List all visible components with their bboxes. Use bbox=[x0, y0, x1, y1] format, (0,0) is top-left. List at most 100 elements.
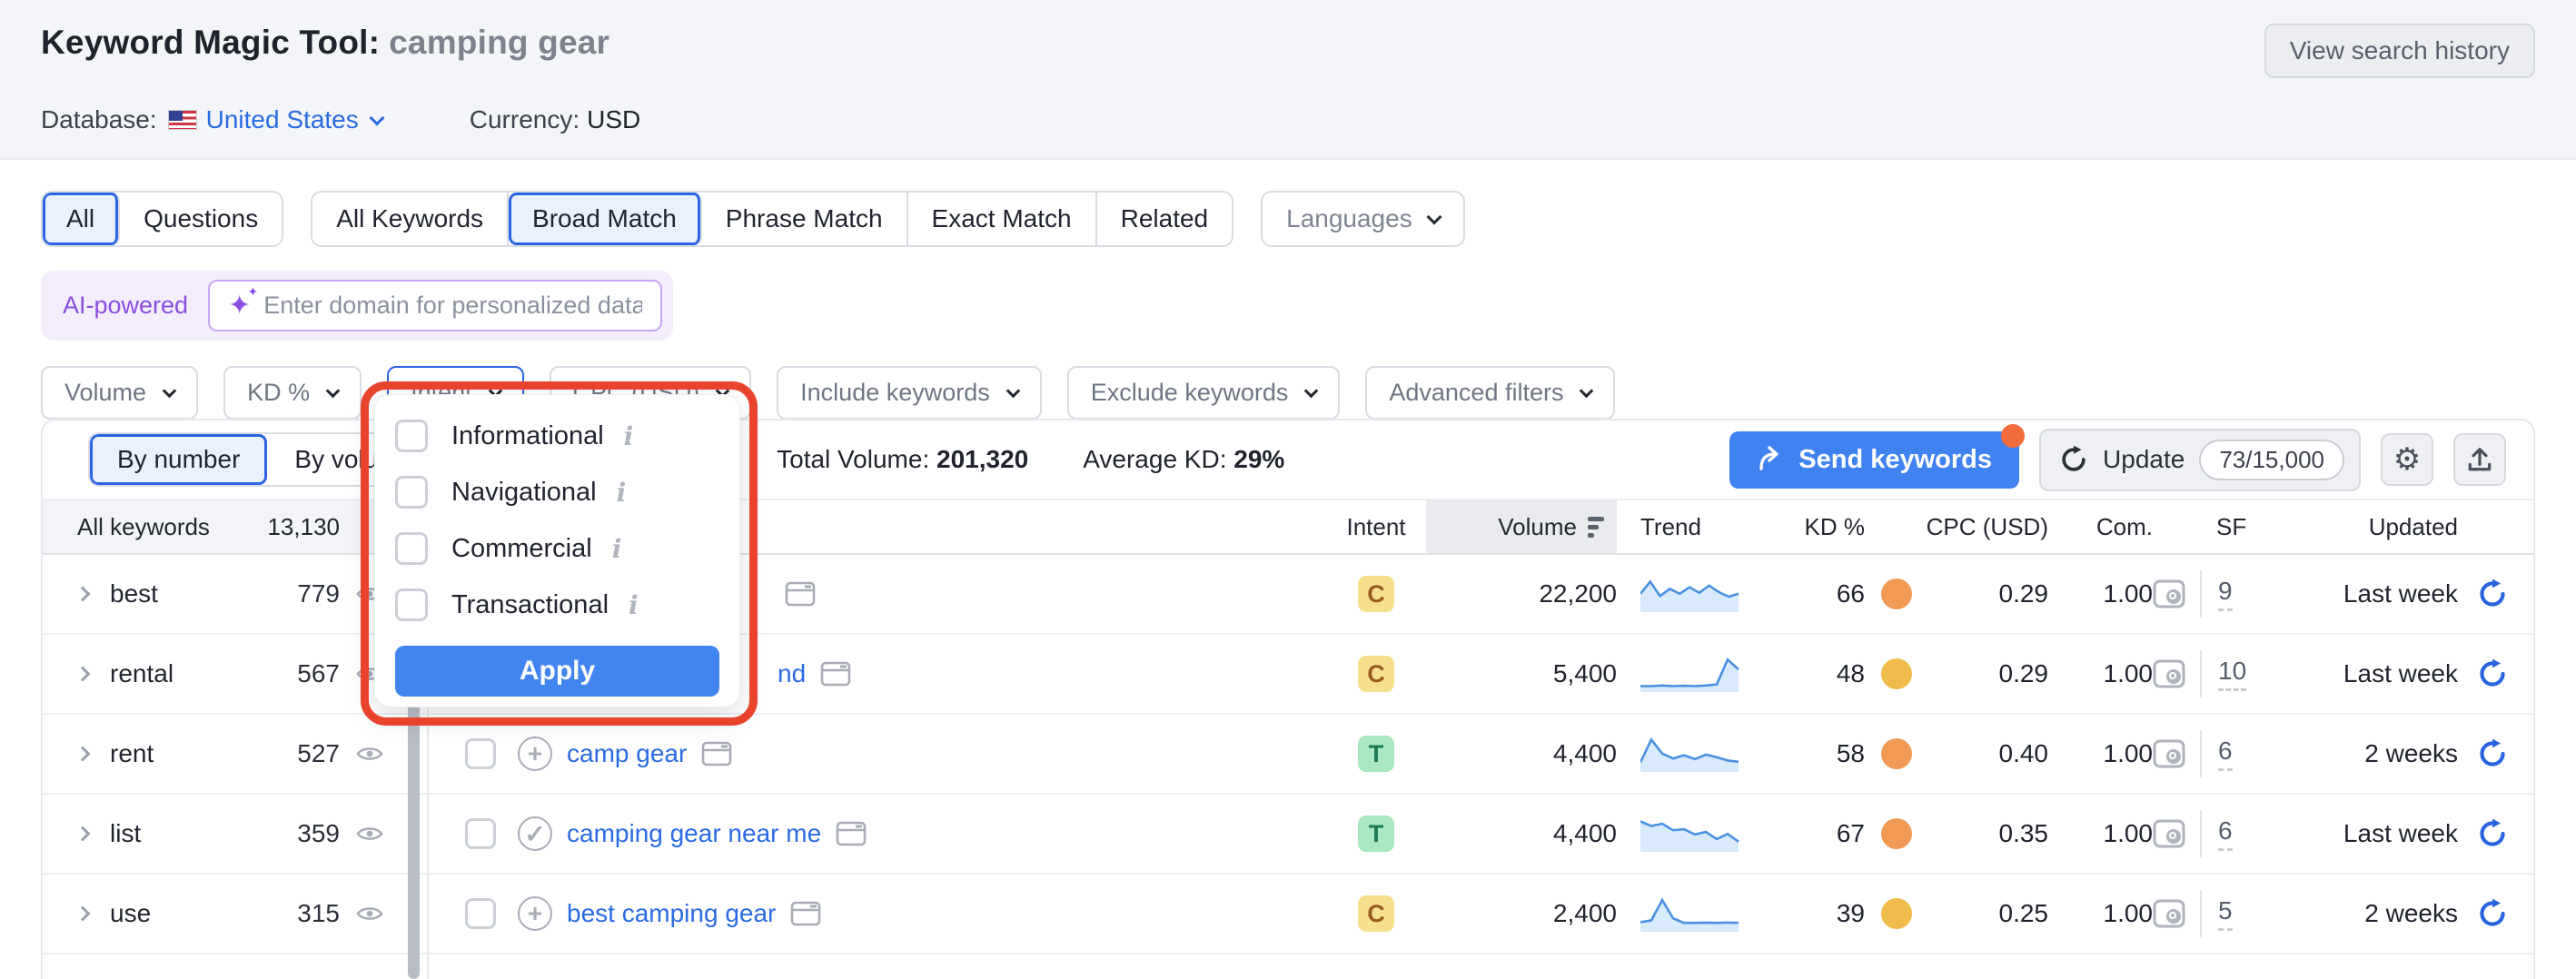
send-keywords-button[interactable]: Send keywords bbox=[1729, 431, 2019, 489]
apply-button[interactable]: Apply bbox=[395, 646, 719, 697]
refresh-metrics-button[interactable] bbox=[2458, 898, 2508, 929]
keyword-link[interactable]: camp gear bbox=[567, 739, 687, 768]
col-updated[interactable]: Updated bbox=[2280, 500, 2458, 553]
col-volume[interactable]: Volume bbox=[1426, 500, 1617, 553]
intent-checkbox[interactable] bbox=[395, 588, 428, 621]
table-row: + nd C 5,400 48 0.29 1.00 10 Last week bbox=[429, 635, 2533, 715]
refresh-metrics-button[interactable] bbox=[2458, 658, 2508, 689]
group-row-list[interactable]: list359 bbox=[43, 795, 427, 875]
sf-value[interactable]: 9 bbox=[2218, 577, 2233, 611]
tab-broad-match[interactable]: Broad Match bbox=[509, 193, 702, 245]
col-trend[interactable]: Trend bbox=[1617, 500, 1744, 553]
serp-preview-icon[interactable] bbox=[2153, 819, 2185, 848]
sf-value[interactable]: 6 bbox=[2218, 816, 2233, 851]
added-keyword-icon[interactable]: ✓ bbox=[518, 816, 552, 851]
tab-questions[interactable]: Questions bbox=[120, 193, 282, 245]
kd-value: 48 bbox=[1837, 659, 1865, 688]
row-checkbox[interactable] bbox=[465, 818, 496, 849]
eye-icon[interactable] bbox=[356, 744, 383, 764]
info-icon[interactable]: i bbox=[629, 590, 639, 620]
page-title: Keyword Magic Tool:camping gear bbox=[41, 24, 609, 62]
serp-features-icon[interactable] bbox=[790, 901, 821, 926]
refresh-metrics-button[interactable] bbox=[2458, 818, 2508, 849]
eye-icon[interactable] bbox=[356, 904, 383, 924]
cpc-value: 0.29 bbox=[1912, 579, 2048, 608]
sidebar-header: All keywords 13,130 bbox=[43, 500, 429, 553]
tab-related[interactable]: Related bbox=[1097, 193, 1233, 245]
export-button[interactable] bbox=[2453, 433, 2506, 486]
intent-option-transactional[interactable]: Transactional i bbox=[395, 577, 719, 633]
chevron-down-icon bbox=[1304, 383, 1319, 398]
table-row: + best camping gear C 2,400 39 0.25 1.00… bbox=[429, 875, 2533, 954]
view-search-history-button[interactable]: View search history bbox=[2264, 24, 2535, 78]
tab-phrase-match[interactable]: Phrase Match bbox=[702, 193, 908, 245]
serp-preview-icon[interactable] bbox=[2153, 579, 2185, 608]
serp-preview-icon[interactable] bbox=[2153, 899, 2185, 928]
intent-checkbox[interactable] bbox=[395, 476, 428, 509]
col-sf[interactable]: SF bbox=[2153, 500, 2280, 553]
col-kd[interactable]: KD % bbox=[1744, 500, 1912, 553]
keyword-link[interactable]: camping gear near me bbox=[567, 819, 821, 848]
gear-icon: ⚙ bbox=[2393, 441, 2421, 478]
intent-option-commercial[interactable]: Commercial i bbox=[395, 520, 719, 577]
filter-exclude-keywords[interactable]: Exclude keywords bbox=[1067, 366, 1341, 420]
intent-checkbox[interactable] bbox=[395, 532, 428, 565]
com-value: 1.00 bbox=[2048, 739, 2153, 768]
serp-features-icon[interactable] bbox=[701, 741, 732, 766]
sf-value[interactable]: 5 bbox=[2218, 896, 2233, 931]
keyword-link[interactable]: best camping gear bbox=[567, 899, 776, 928]
info-icon[interactable]: i bbox=[624, 421, 634, 451]
info-icon[interactable]: i bbox=[617, 478, 627, 508]
us-flag-icon bbox=[168, 110, 197, 130]
refresh-metrics-button[interactable] bbox=[2458, 578, 2508, 609]
add-keyword-icon[interactable]: + bbox=[518, 896, 552, 931]
serp-preview-icon[interactable] bbox=[2153, 659, 2185, 688]
serp-preview-icon[interactable] bbox=[2153, 739, 2185, 768]
serp-features-icon[interactable] bbox=[785, 581, 816, 607]
keyword-link[interactable]: nd bbox=[778, 659, 806, 688]
group-row-rental[interactable]: rental567 bbox=[43, 635, 427, 715]
domain-input[interactable] bbox=[263, 292, 642, 320]
filter-advanced[interactable]: Advanced filters bbox=[1365, 366, 1615, 420]
intent-option-navigational[interactable]: Navigational i bbox=[395, 464, 719, 520]
row-checkbox[interactable] bbox=[465, 738, 496, 769]
refresh-metrics-button[interactable] bbox=[2458, 738, 2508, 769]
languages-dropdown[interactable]: Languages bbox=[1261, 191, 1465, 247]
add-keyword-icon[interactable]: + bbox=[518, 737, 552, 771]
chevron-down-icon bbox=[326, 383, 341, 398]
filter-volume[interactable]: Volume bbox=[41, 366, 198, 420]
tab-all[interactable]: All bbox=[43, 193, 120, 245]
info-icon[interactable]: i bbox=[612, 534, 622, 564]
update-button[interactable]: Update 73/15,000 bbox=[2039, 429, 2361, 491]
sf-value[interactable]: 6 bbox=[2218, 737, 2233, 771]
trend-sparkline bbox=[1617, 814, 1744, 854]
toggle-by-number[interactable]: By number bbox=[90, 434, 267, 485]
tab-exact-match[interactable]: Exact Match bbox=[908, 193, 1097, 245]
intent-option-informational[interactable]: Informational i bbox=[395, 408, 719, 464]
tool-name: Keyword Magic Tool: bbox=[41, 24, 380, 61]
row-checkbox[interactable] bbox=[465, 898, 496, 929]
col-intent[interactable]: Intent bbox=[1326, 500, 1426, 553]
divider bbox=[2200, 810, 2202, 857]
sf-value[interactable]: 10 bbox=[2218, 657, 2246, 691]
col-com[interactable]: Com. bbox=[2048, 500, 2153, 553]
ai-powered-badge: AI-powered bbox=[63, 292, 188, 320]
updated-value: Last week bbox=[2280, 819, 2458, 848]
col-cpc[interactable]: CPC (USD) bbox=[1912, 500, 2048, 553]
filter-include-keywords[interactable]: Include keywords bbox=[777, 366, 1042, 420]
filter-kd[interactable]: KD % bbox=[223, 366, 362, 420]
intent-checkbox[interactable] bbox=[395, 420, 428, 452]
intent-badge: T bbox=[1358, 736, 1394, 772]
divider bbox=[2200, 570, 2202, 618]
group-row-use[interactable]: use315 bbox=[43, 875, 427, 954]
all-keywords-label: All keywords bbox=[77, 513, 210, 541]
database-selector[interactable]: United States bbox=[206, 105, 382, 134]
tab-all-keywords[interactable]: All Keywords bbox=[312, 193, 509, 245]
serp-features-icon[interactable] bbox=[820, 661, 851, 687]
refresh-icon bbox=[2059, 445, 2088, 474]
group-row-best[interactable]: best779 bbox=[43, 555, 427, 635]
settings-button[interactable]: ⚙ bbox=[2381, 433, 2433, 486]
serp-features-icon[interactable] bbox=[836, 821, 867, 846]
eye-icon[interactable] bbox=[356, 824, 383, 844]
group-row-rent[interactable]: rent527 bbox=[43, 715, 427, 795]
